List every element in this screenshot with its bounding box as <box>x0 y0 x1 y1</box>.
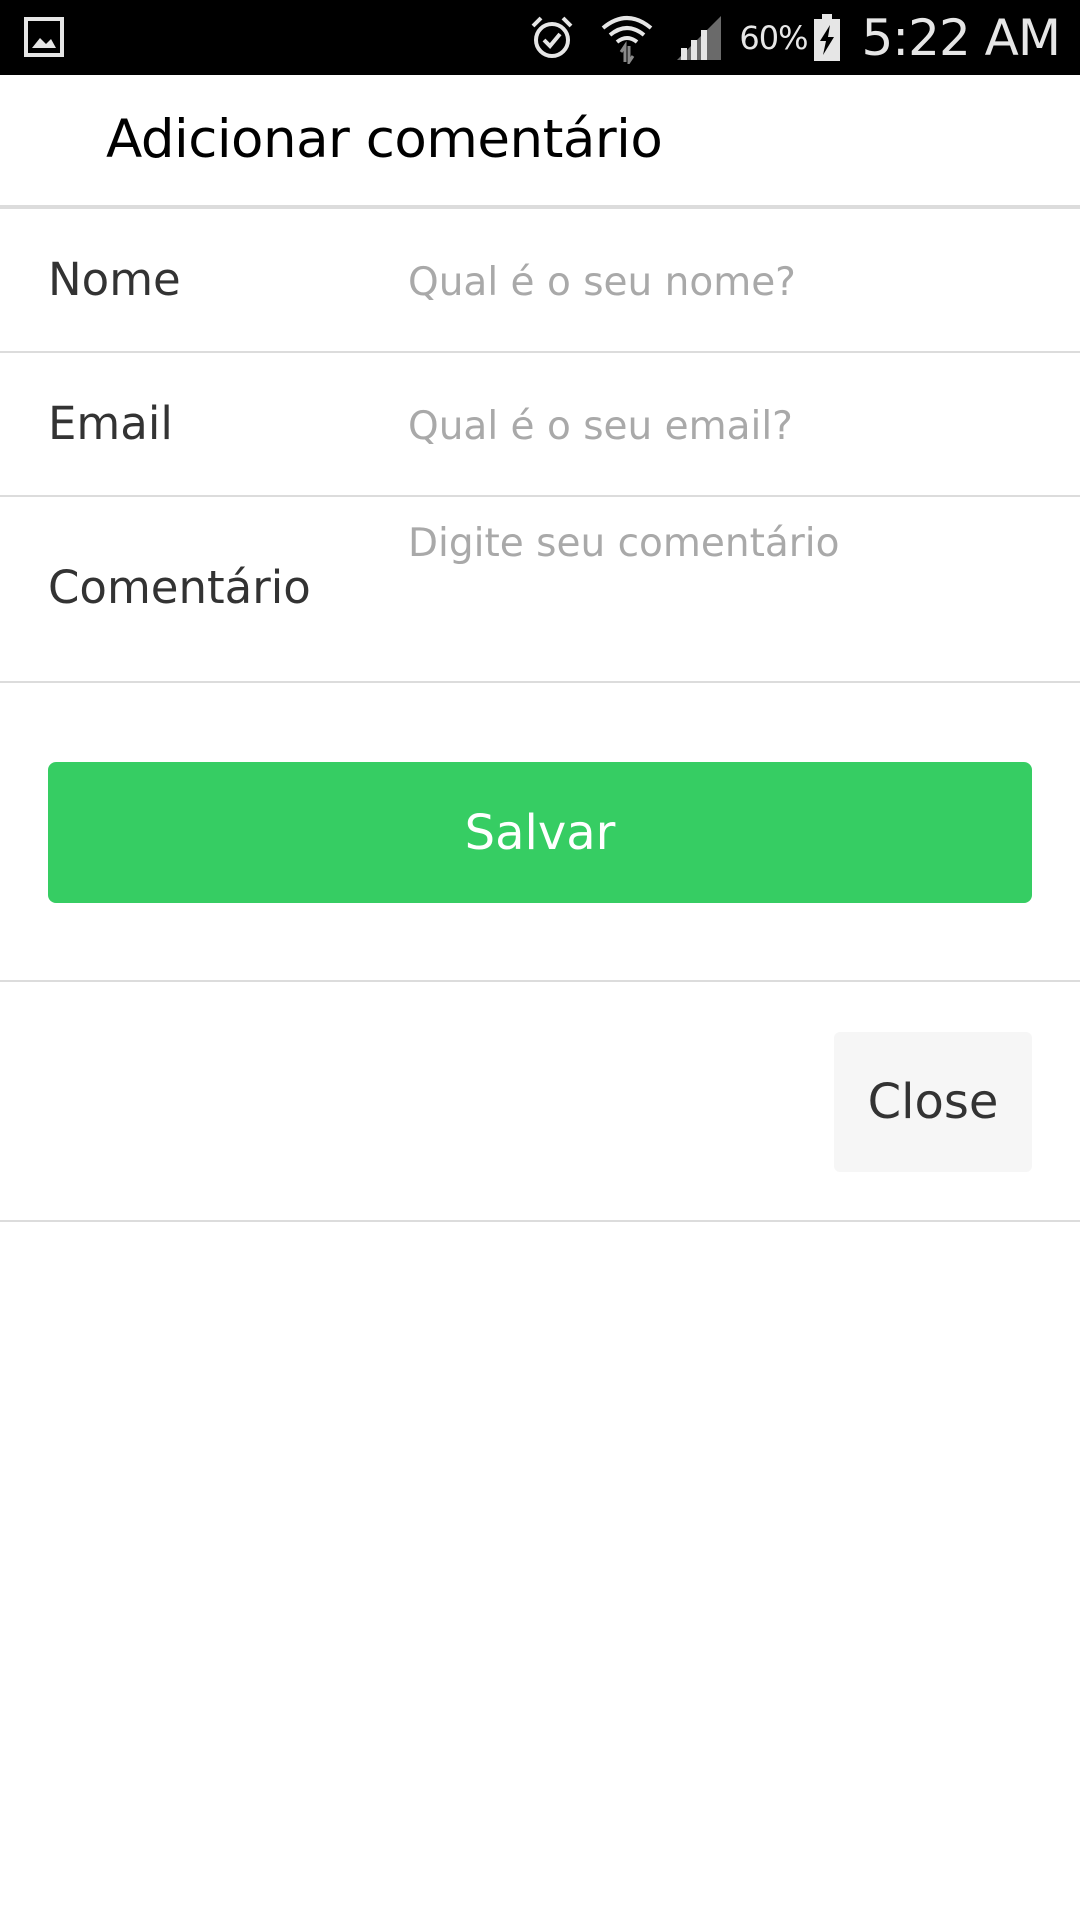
alarm-icon <box>531 16 573 58</box>
name-label: Nome <box>48 253 181 306</box>
status-bar: 60% 5:22 AM <box>0 0 1080 75</box>
save-button[interactable]: Salvar <box>48 762 1032 903</box>
wifi-icon <box>602 15 653 64</box>
comment-label: Comentário <box>48 561 311 614</box>
email-label: Email <box>48 397 173 450</box>
name-row: Nome <box>0 209 1080 353</box>
cell-signal-icon <box>677 15 722 60</box>
divider <box>0 1220 1080 1222</box>
email-input[interactable] <box>408 401 1040 451</box>
close-button[interactable]: Close <box>834 1032 1032 1172</box>
comment-textarea[interactable] <box>408 519 1040 659</box>
divider <box>0 980 1080 982</box>
email-row: Email <box>0 353 1080 497</box>
battery-charging-icon <box>814 13 841 61</box>
modal-header: Adicionar comentário <box>0 75 1080 209</box>
status-time: 5:22 AM <box>861 8 1061 67</box>
name-input[interactable] <box>408 257 1040 307</box>
gallery-notification-icon <box>24 17 64 57</box>
page-title: Adicionar comentário <box>106 109 663 170</box>
comment-row: Comentário <box>0 497 1080 683</box>
battery-percent: 60% <box>739 18 808 57</box>
